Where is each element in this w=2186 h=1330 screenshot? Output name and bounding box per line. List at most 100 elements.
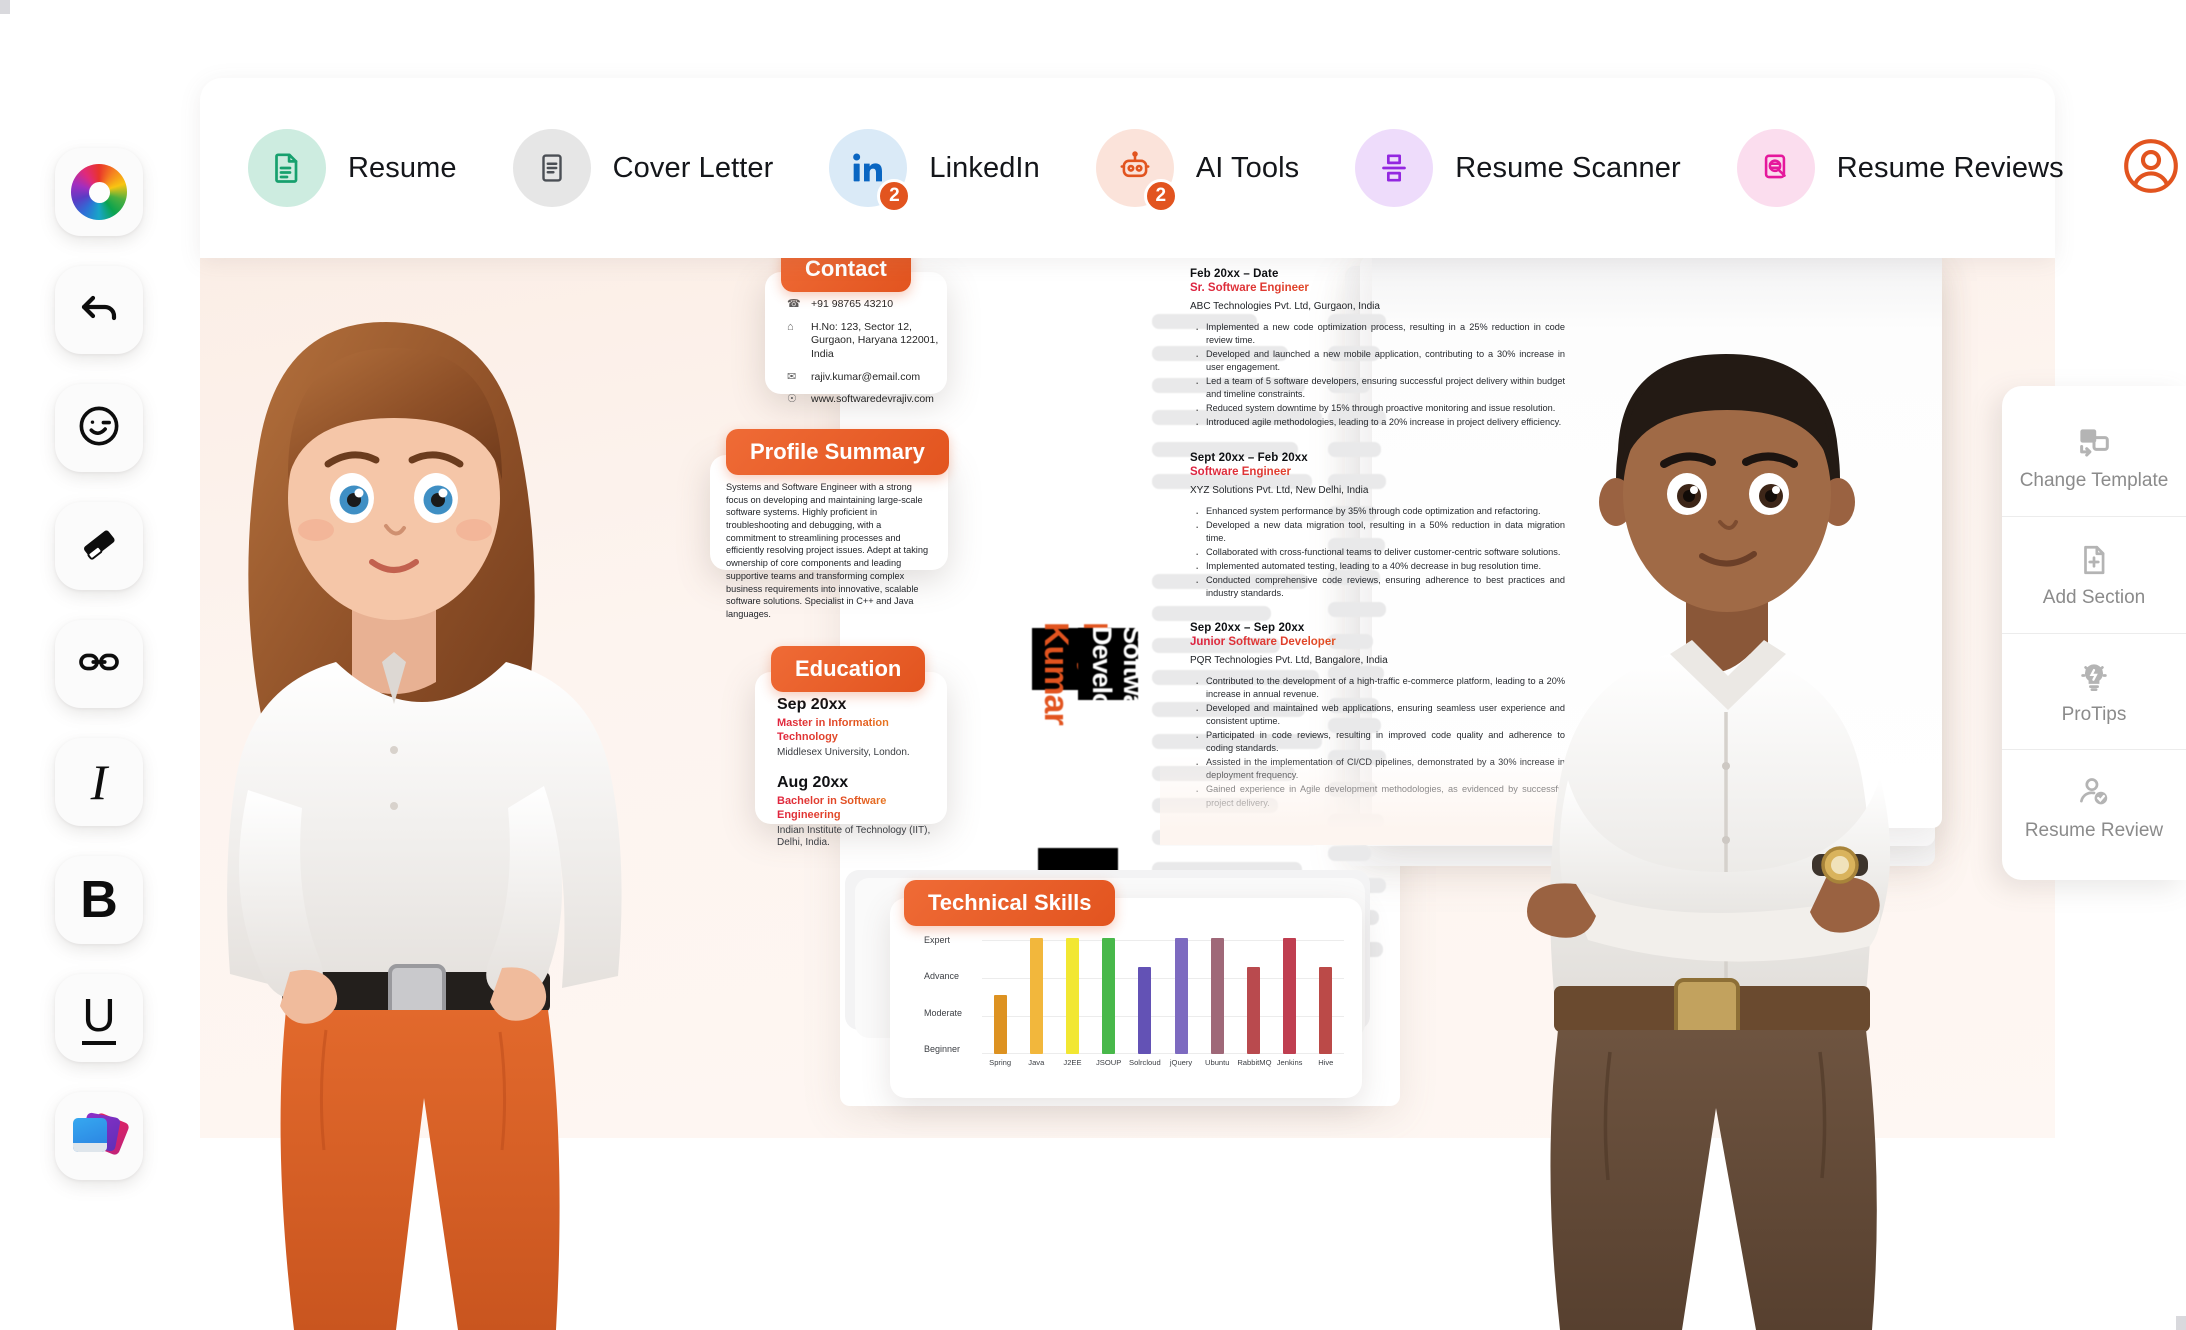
education-title: Bachelor in Software Engineering <box>777 795 947 822</box>
chart-category-label: Jenkins <box>1276 1058 1303 1067</box>
contact-row-website: ☉ www.softwaredevrajiv.com <box>787 393 947 407</box>
undo-button[interactable] <box>55 266 143 354</box>
bold-button[interactable]: B <box>55 856 143 944</box>
phone-icon: ☎ <box>787 298 801 310</box>
protips-button[interactable]: ProTips <box>2002 634 2186 751</box>
chart-tick-label: Expert <box>924 935 951 945</box>
color-wheel-button[interactable] <box>55 148 143 236</box>
chart-bar-slot <box>1020 936 1052 1054</box>
chart-bar <box>993 995 1007 1054</box>
profile-summary-card-tag: Profile Summary <box>726 429 949 475</box>
chart-bar-slot <box>1201 936 1233 1054</box>
contact-row-address: ⌂ H.No: 123, Sector 12, Gurgaon, Haryana… <box>787 321 947 362</box>
resume-role-banner: Software Developer <box>1078 626 1148 748</box>
chart-category-label: RabbitMQ <box>1237 1058 1272 1067</box>
chart-bar <box>1102 938 1116 1054</box>
resume-review-label: Resume Review <box>2024 820 2164 842</box>
nav-badge-linkedin: 2 <box>877 179 912 213</box>
profile-summary-card[interactable]: Profile Summary Systems and Software Eng… <box>710 429 949 619</box>
chart-tick-label: Advance <box>924 971 960 982</box>
education-date: Aug 20xx <box>777 773 849 791</box>
nav-label-resume-reviews: Resume Reviews <box>1836 151 2064 184</box>
chart-bar <box>1029 938 1043 1054</box>
nav-item-cover-letter[interactable]: Cover Letter <box>512 129 774 207</box>
nav-item-linkedin[interactable]: 2 LinkedIn <box>829 129 1040 213</box>
education-card[interactable]: Education Sep 20xx Master in Information… <box>755 646 947 848</box>
education-school: Indian Institute of Technology (IIT), De… <box>777 824 931 849</box>
nav-item-ai-tools[interactable]: 2 AI Tools <box>1095 129 1300 213</box>
color-wheel-icon <box>71 164 127 220</box>
letter-icon <box>512 129 591 207</box>
education-card-tag: Education <box>771 646 926 692</box>
chart-category-label: Ubuntu <box>1204 1058 1230 1067</box>
user-avatar-button[interactable] <box>2120 135 2182 201</box>
user-avatar-icon <box>2120 135 2182 202</box>
lightbulb-icon <box>2076 657 2112 697</box>
eraser-button[interactable] <box>55 502 143 590</box>
nav-label-linkedin: LinkedIn <box>929 151 1040 184</box>
education-date: Sep 20xx <box>777 696 847 713</box>
education-entries: Sep 20xx Master in Information Technolog… <box>755 672 947 850</box>
underline-button[interactable]: U <box>55 974 143 1062</box>
character-female <box>140 230 700 1330</box>
character-male <box>1490 280 1990 1330</box>
review-icon <box>1736 129 1815 207</box>
nav-label-ai-tools: AI Tools <box>1195 151 1300 184</box>
chart-bar <box>1174 938 1188 1054</box>
linkedin-icon: 2 <box>829 129 912 213</box>
protips-label: ProTips <box>2061 703 2127 725</box>
chart-y-axis-labels: Expert Advance Moderate Beginner <box>924 936 978 1054</box>
nav-item-resume-scanner[interactable]: Resume Scanner <box>1355 129 1681 207</box>
emoji-button[interactable] <box>55 384 143 472</box>
chart-bar-slot <box>1129 936 1161 1054</box>
nav-item-resume-reviews[interactable]: Resume Reviews <box>1736 129 2064 207</box>
contact-row-phone: ☎ +91 98765 43210 <box>787 298 947 312</box>
add-section-button[interactable]: Add Section <box>2002 517 2186 634</box>
robot-icon: 2 <box>1095 129 1178 213</box>
education-title: Master in Information Technology <box>777 717 947 744</box>
chart-category-label: J2EE <box>1063 1058 1082 1067</box>
chart-bar <box>1283 938 1297 1054</box>
bold-icon: B <box>80 871 118 929</box>
change-template-icon <box>2075 423 2113 463</box>
nav-item-resume[interactable]: Resume <box>248 129 457 207</box>
globe-icon: ☉ <box>787 393 797 406</box>
link-icon <box>76 639 122 690</box>
contact-email-text: rajiv.kumar@email.com <box>811 370 921 383</box>
window-chrome-mark-bottom <box>2176 1316 2186 1330</box>
layers-icon <box>73 1111 131 1159</box>
education-school: Middlesex University, London. <box>777 747 910 759</box>
underline-icon: U <box>82 992 116 1045</box>
chart-bar-slot <box>1274 936 1306 1054</box>
chart-x-axis-labels: Spring Java J2EE JSOUP Solrcloud jQuery Ubuntu… <box>982 1058 1344 1067</box>
layers-button[interactable] <box>55 1092 143 1180</box>
chart-bar <box>1246 966 1260 1054</box>
technical-skills-tag: Technical Skills <box>904 880 1116 926</box>
chart-tick-label: Moderate <box>924 1007 963 1018</box>
chart-bar-slot <box>984 936 1016 1054</box>
person-check-icon <box>2076 773 2112 813</box>
italic-button[interactable]: I <box>55 738 143 826</box>
top-navigation-bar: Resume Cover Letter 2 LinkedIn 2 AI Tool… <box>200 78 2178 258</box>
resume-review-button[interactable]: Resume Review <box>2002 750 2186 866</box>
home-icon: ⌂ <box>787 320 794 333</box>
chart-bar <box>1138 966 1152 1054</box>
window-chrome-mark-top <box>0 0 10 14</box>
profile-summary-text: Systems and Software Engineer with a str… <box>726 482 929 619</box>
italic-icon: I <box>90 754 108 810</box>
change-template-button[interactable]: Change Template <box>2002 400 2186 517</box>
contact-website-text: www.softwaredevrajiv.com <box>811 393 934 406</box>
chart-category-label: Spring <box>989 1058 1012 1067</box>
chart-bar-slot <box>1237 936 1269 1054</box>
contact-row-email: ✉ rajiv.kumar@email.com <box>787 371 947 385</box>
chart-plot-area <box>982 936 1344 1054</box>
undo-icon <box>75 284 123 337</box>
chart-bar-slot <box>1093 936 1125 1054</box>
chart-category-label: Java <box>1028 1058 1045 1067</box>
chart-bar <box>1319 966 1333 1054</box>
mail-icon: ✉ <box>787 370 797 383</box>
technical-skills-card[interactable]: Technical Skills Expert Advance Moderate… <box>890 880 1362 1098</box>
contact-card[interactable]: Contact ☎ +91 98765 43210 ⌂ H.No: 123, S… <box>765 246 947 405</box>
link-button[interactable] <box>55 620 143 708</box>
right-tools-panel: Change Template Add Section ProTips Resu… <box>2002 386 2186 880</box>
